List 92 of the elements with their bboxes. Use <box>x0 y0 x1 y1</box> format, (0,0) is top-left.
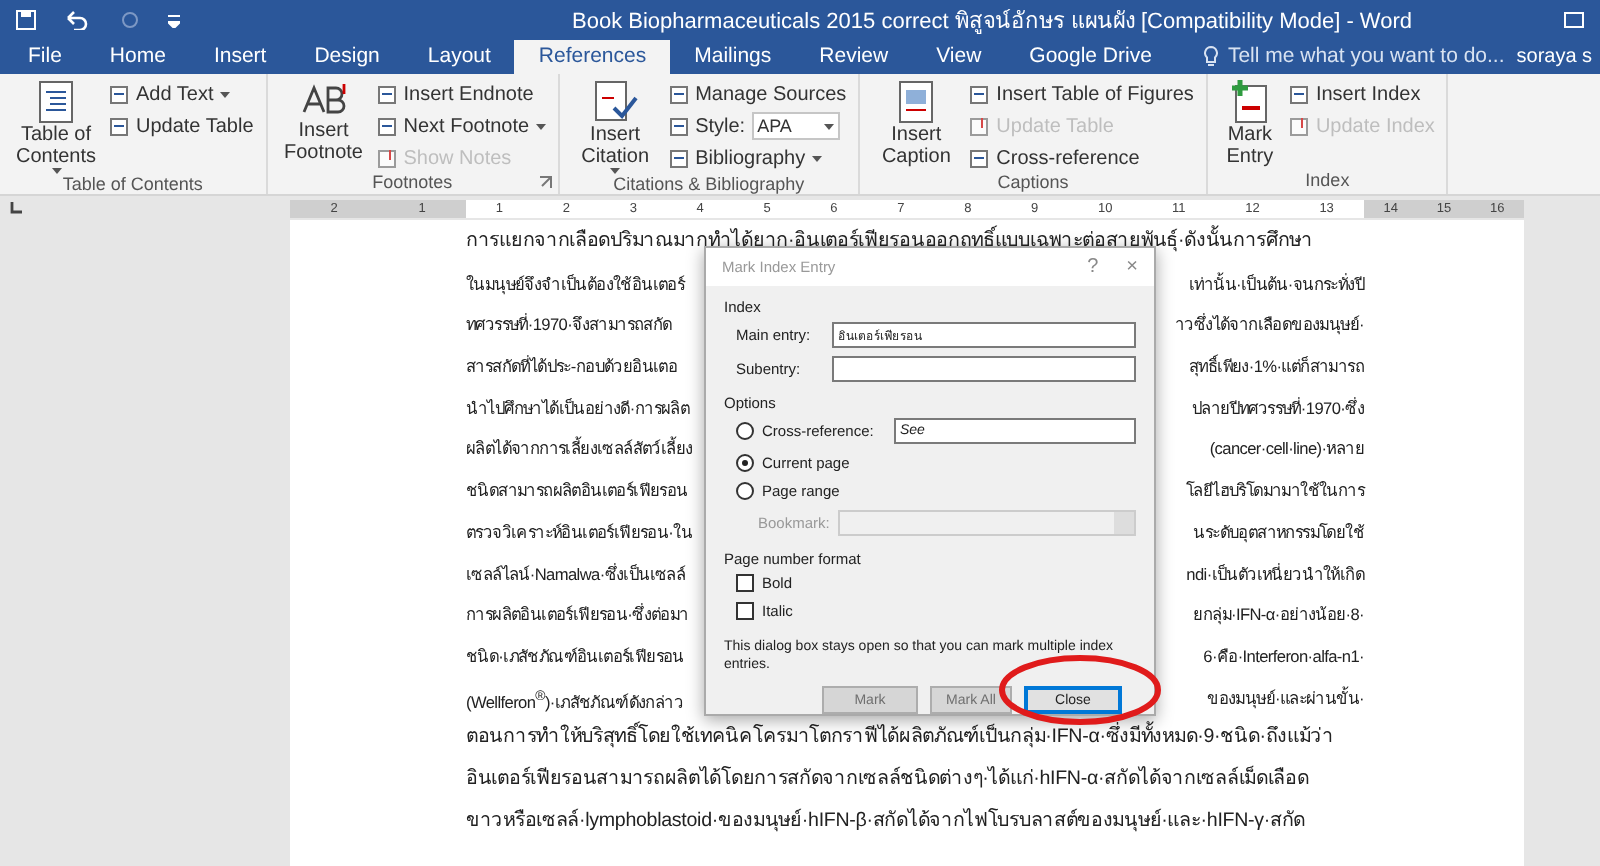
ribbon-display-icon[interactable] <box>1564 12 1584 28</box>
text-line: ขาวหรือเซลล์·lymphoblastoid·ของมนุษย์·hIFN-β·สกัดได้จากไฟโบรบลาสต์ของมนุษย์·และ·hIFN-γ·สกัด <box>466 806 1306 836</box>
ribbon-tab[interactable]: Review <box>795 40 913 74</box>
window-title: Book Biopharmaceuticals 2015 correct พิสูจน์อักษร แผนผัง [Compatibility Mode] - Word <box>570 7 1414 38</box>
group-label: Captions <box>997 172 1069 196</box>
tell-me-field[interactable]: Tell me what you want to do... <box>1203 44 1505 74</box>
ribbon-button[interactable]: Insert Table of Figures <box>968 80 1194 108</box>
text-line: โลยีไฮบริโดมามาใช้ในการ <box>1185 478 1364 505</box>
ribbon-large-button[interactable]: Insert Caption <box>872 80 961 172</box>
ribbon-tab[interactable]: File <box>4 40 86 74</box>
text-line: ของมนุษย์·และผ่านขั้น· <box>1207 684 1364 713</box>
text-line: (Wellferon$^{®}$)·เภสัชภัณฑ์ดังกล่าว <box>466 687 683 716</box>
customize-icon[interactable] <box>168 12 180 28</box>
page-icon <box>375 83 398 105</box>
ribbon-button[interactable]: Bibliography <box>667 144 847 172</box>
citation-icon <box>593 80 638 124</box>
text-line: ยกลุ่ม·IFN-α·อย่างน้อย·8· <box>1193 602 1364 629</box>
group-label: Table of Contents <box>62 174 203 198</box>
ribbon-large-button[interactable]: Insert Footnote <box>279 80 368 172</box>
ribbon-tab[interactable]: Google Drive <box>1005 40 1176 74</box>
ribbon-button[interactable]: Next Footnote <box>375 112 546 140</box>
page-icon <box>968 83 991 105</box>
group-label: Footnotes <box>372 172 453 196</box>
help-button[interactable]: ? <box>1087 256 1099 278</box>
style-label: Style: <box>695 115 746 137</box>
ribbon-button[interactable]: Insert Index <box>1287 80 1435 108</box>
text-line: ตรวจวิเคราะห์อินเตอร์เฟียรอน·ใน <box>466 519 692 546</box>
ribbon-button[interactable]: Update Table <box>108 112 254 140</box>
text-line: สุทธิ์เพียง·1%·แต่ก็สามารถ <box>1188 352 1364 381</box>
page-icon <box>667 115 690 137</box>
undo-icon[interactable] <box>64 10 92 30</box>
ribbon-tab[interactable]: Layout <box>403 40 515 74</box>
text-line: นำไปศึกษาได้เป็นอย่างดี·การผลิต <box>466 395 690 422</box>
ribbon-large-button[interactable]: Mark Entry <box>1219 80 1280 170</box>
ribbon-button[interactable]: Cross-reference <box>968 144 1194 172</box>
input-field[interactable] <box>832 356 1136 382</box>
mark-entry-icon <box>1229 80 1270 124</box>
text-line: สารสกัดที่ได้ประ-กอบด้วยอินเตอ <box>466 353 678 381</box>
page-icon <box>108 83 130 105</box>
radio-button[interactable] <box>736 482 754 500</box>
text-line: (cancer·cell·line)·หลาย <box>1209 436 1364 463</box>
text-line: ตอนการทำให้บริสุทธิ์โดยใช้เทคนิคโครมาโตกราฟีได้ผลิตภัณฑ์เป็นกลุ่ม·IFN-α·ซึ่งมีทั้งหมด·9·ชนิด·ถึงแม้ว่า <box>466 718 1334 760</box>
page-icon <box>375 115 398 137</box>
text-line: าวซึ่งได้จากเลือดของมนุษย์· <box>1175 311 1364 339</box>
checkbox[interactable] <box>736 602 754 620</box>
text-line: เซลล์ไลน์·Namalwa·ซึ่งเป็นเซลล์ <box>466 561 686 587</box>
save-icon[interactable] <box>16 10 36 30</box>
text-line: ทศวรรษที่·1970·จึงสามารถสกัด <box>466 311 672 339</box>
text-line: ผลิตได้จากการเลี้ยงเซลล์สัตว์เลี้ยง <box>466 434 693 463</box>
document-icon <box>38 80 74 124</box>
text-line: ชนิดสามารถผลิตอินเตอร์เฟียรอน <box>466 478 688 505</box>
page-icon <box>968 115 991 137</box>
dialog-launcher-icon[interactable] <box>539 176 552 188</box>
checkbox[interactable] <box>736 574 754 592</box>
caret-icon <box>823 123 834 129</box>
page-icon <box>667 147 690 169</box>
text-line: ชนิด·เภสัชภัณฑ์อินเตอร์เฟียรอน <box>466 643 684 670</box>
ribbon-large-button[interactable]: Table of Contents <box>12 80 100 174</box>
text-line: 6·คือ·Interferon·alfa-n1· <box>1203 643 1364 670</box>
ribbon-button[interactable]: Add Text <box>108 80 254 108</box>
page-icon <box>1287 83 1310 105</box>
page-icon <box>375 147 398 169</box>
ribbon-tab[interactable]: Mailings <box>670 40 796 74</box>
text-line: ในมนุษย์จึงจำเป็นต้องใช้อินเตอร์ <box>466 271 685 299</box>
page-icon <box>667 83 690 105</box>
user-name[interactable]: soraya s <box>1504 46 1600 74</box>
page-icon <box>968 147 991 169</box>
ribbon-tab[interactable]: References <box>514 40 671 74</box>
close-button[interactable]: × <box>1126 256 1138 278</box>
ribbon-tab[interactable]: Home <box>85 40 190 74</box>
page-icon <box>108 115 130 137</box>
ribbon-button[interactable]: Manage Sources <box>667 80 847 108</box>
ribbon-tab[interactable]: View <box>912 40 1006 74</box>
ribbon-button[interactable]: Insert Endnote <box>375 80 546 108</box>
text-line: อินเตอร์เฟียรอนสามารถผลิตได้โดยการสกัดจากเซลล์ชนิดต่างๆ·ได้แก่·hIFN-α·สกัดได้จากเซลล์เม็ดเลือด <box>466 763 1309 794</box>
lightbulb-icon <box>1203 46 1218 66</box>
group-label: Index <box>1305 170 1350 194</box>
ribbon-tab[interactable]: Insert <box>189 40 291 74</box>
text-line: ndi·เป็นตัวเหนี่ยวนำให้เกิด <box>1186 561 1364 587</box>
text-line: ปลายปีทศวรรษที่·1970·ซึ่ง <box>1192 395 1364 422</box>
ribbon-large-button[interactable]: Insert Citation <box>571 80 660 174</box>
tab-selector-icon[interactable] <box>8 200 24 216</box>
radio-button[interactable] <box>736 454 754 472</box>
ribbon-tab[interactable]: Design <box>290 40 404 74</box>
text-line: การผลิตอินเตอร์เฟียรอน·ซึ่งต่อมา <box>466 601 689 629</box>
page-icon <box>1287 115 1310 137</box>
radio-button[interactable] <box>736 422 754 440</box>
caption-icon <box>898 80 935 124</box>
group-label: Citations & Bibliography <box>613 174 805 198</box>
text-line: นระดับอุตสาหกรรมโดยใช้ <box>1193 519 1364 547</box>
text-line: เท่านั้น·เป็นต้น·จนกระทั่งปี <box>1188 270 1364 298</box>
style-dropdown[interactable]: APA <box>751 112 840 140</box>
